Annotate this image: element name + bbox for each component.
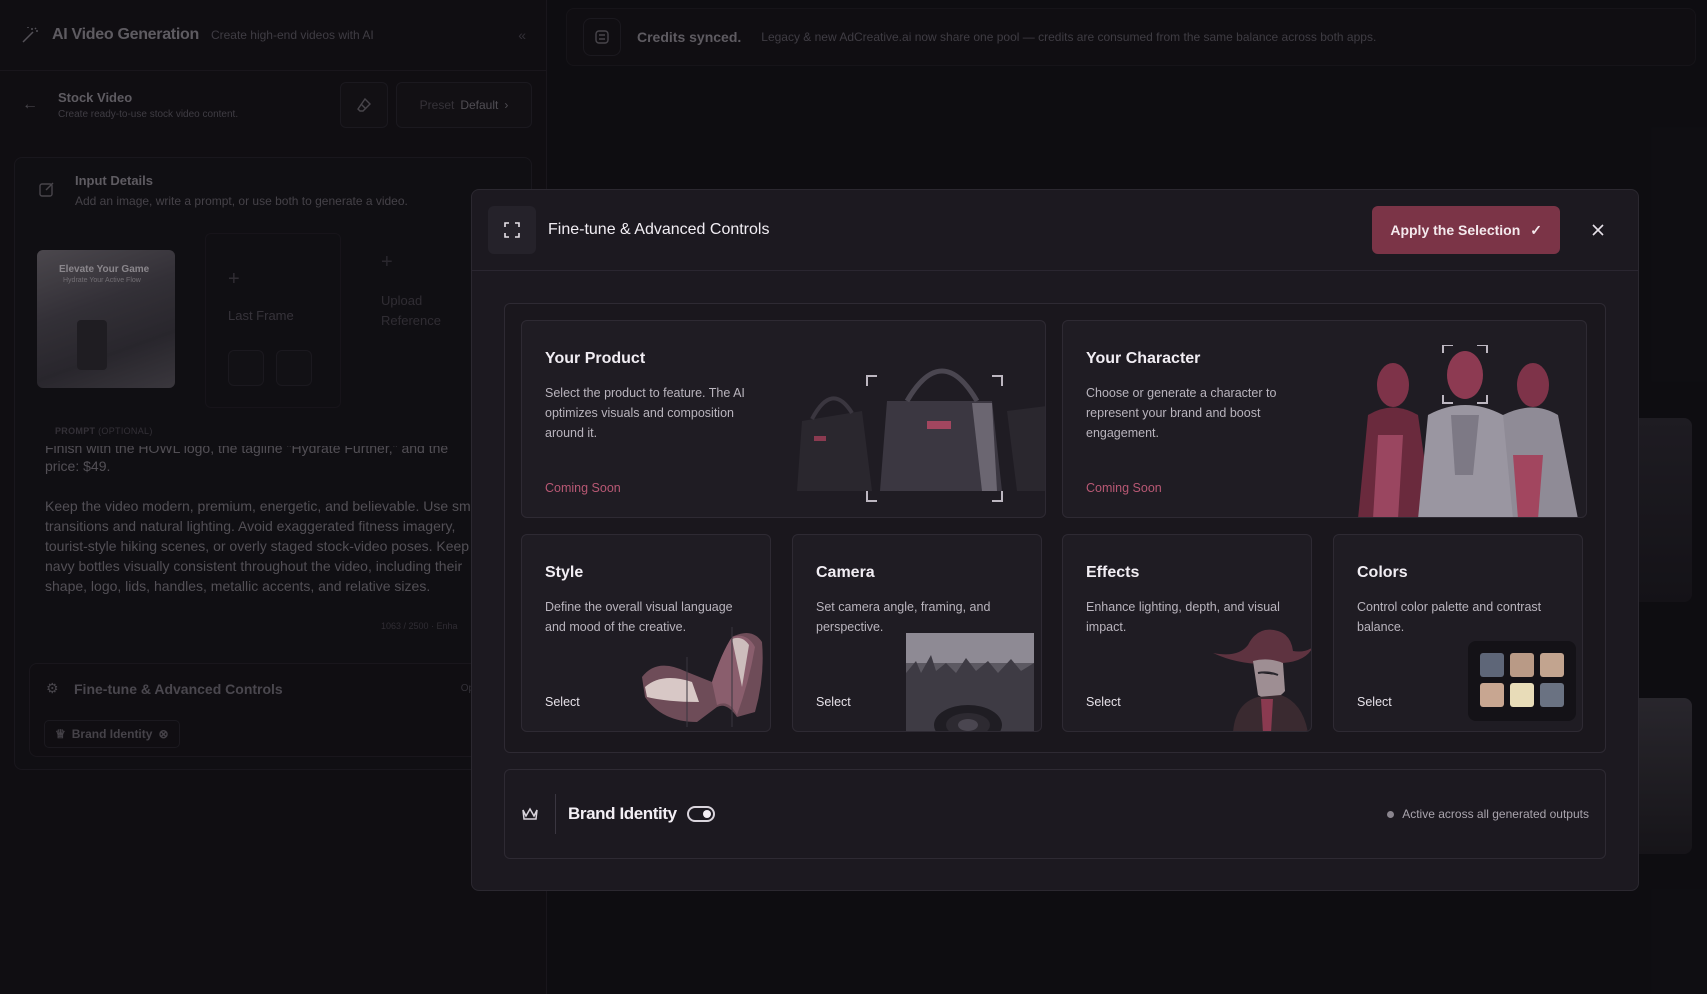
colors-desc-line: Control color palette and contrast (1357, 600, 1542, 614)
active-note-text: Active across all generated outputs (1402, 807, 1589, 821)
colors-desc-line: balance. (1357, 620, 1405, 634)
camera-select[interactable]: Select (816, 695, 851, 709)
your-character-desc-line: Choose or generate a character to (1086, 386, 1277, 400)
camera-illustration (906, 633, 1034, 731)
palette-swatch (1510, 683, 1534, 707)
camera-desc: Set camera angle, framing, and perspecti… (816, 597, 990, 637)
effects-card[interactable]: Effects Enhance lighting, depth, and vis… (1062, 534, 1312, 732)
your-product-desc-line: optimizes visuals and composition (545, 406, 734, 420)
camera-card[interactable]: Camera Set camera angle, framing, and pe… (792, 534, 1042, 732)
your-product-desc: Select the product to feature. The AI op… (545, 383, 745, 443)
color-palette-illustration (1468, 641, 1576, 721)
modal-title: Fine-tune & Advanced Controls (548, 221, 770, 238)
effects-select[interactable]: Select (1086, 695, 1121, 709)
active-note: Active across all generated outputs (1387, 807, 1589, 821)
close-button[interactable] (1574, 206, 1622, 254)
crown-icon (505, 806, 555, 822)
colors-title: Colors (1357, 564, 1408, 581)
camera-desc-line: Set camera angle, framing, and (816, 600, 991, 614)
expand-button[interactable] (488, 206, 536, 254)
your-product-card[interactable]: Your Product Select the product to featu… (521, 320, 1046, 518)
palette-swatch (1540, 653, 1564, 677)
apply-selection-label: Apply the Selection (1390, 222, 1521, 238)
status-dot (1387, 810, 1395, 818)
divider (555, 794, 556, 834)
colors-select[interactable]: Select (1357, 695, 1392, 709)
effects-title: Effects (1086, 564, 1140, 581)
colors-card[interactable]: Colors Control color palette and contras… (1333, 534, 1583, 732)
your-character-title: Your Character (1086, 350, 1201, 367)
check-icon: ✓ (1530, 221, 1542, 238)
style-title: Style (545, 564, 584, 581)
your-product-title: Your Product (545, 350, 646, 367)
your-character-desc-line: engagement. (1086, 426, 1159, 440)
palette-swatch (1480, 653, 1504, 677)
chair-illustration (642, 627, 763, 727)
camera-title: Camera (816, 564, 875, 581)
style-select[interactable]: Select (545, 695, 580, 709)
effects-desc-line: Enhance lighting, depth, and visual (1086, 600, 1280, 614)
apply-selection-button[interactable]: Apply the Selection ✓ (1372, 206, 1560, 254)
expand-icon (504, 222, 520, 238)
finetune-modal: Fine-tune & Advanced Controls Apply the … (471, 189, 1639, 891)
modal-header: Fine-tune & Advanced Controls Apply the … (472, 190, 1638, 271)
palette-swatch (1510, 653, 1534, 677)
toggle-knob (702, 810, 711, 818)
palette-swatch (1540, 683, 1564, 707)
controls-grid: Your Product Select the product to featu… (504, 303, 1606, 753)
brand-identity-toggle[interactable] (686, 806, 715, 822)
colors-desc: Control color palette and contrast balan… (1357, 597, 1541, 637)
style-desc-line: Define the overall visual language (545, 600, 733, 614)
your-product-status: Coming Soon (545, 481, 621, 495)
characters-illustration (1358, 345, 1578, 517)
brand-identity-label: Brand Identity (568, 804, 677, 823)
cowboy-illustration (1213, 629, 1311, 731)
palette-swatch (1480, 683, 1504, 707)
brand-identity-bar: Brand Identity Active across all generat… (504, 769, 1606, 859)
your-character-status: Coming Soon (1086, 481, 1162, 495)
handbag-illustration (797, 368, 1045, 502)
your-character-desc: Choose or generate a character to repres… (1086, 383, 1276, 443)
your-product-desc-line: Select the product to feature. The AI (545, 386, 745, 400)
your-character-card[interactable]: Your Character Choose or generate a char… (1062, 320, 1587, 518)
style-card[interactable]: Style Define the overall visual language… (521, 534, 771, 732)
your-product-desc-line: around it. (545, 426, 598, 440)
your-character-desc-line: represent your brand and boost (1086, 406, 1261, 420)
close-icon (1592, 224, 1604, 236)
